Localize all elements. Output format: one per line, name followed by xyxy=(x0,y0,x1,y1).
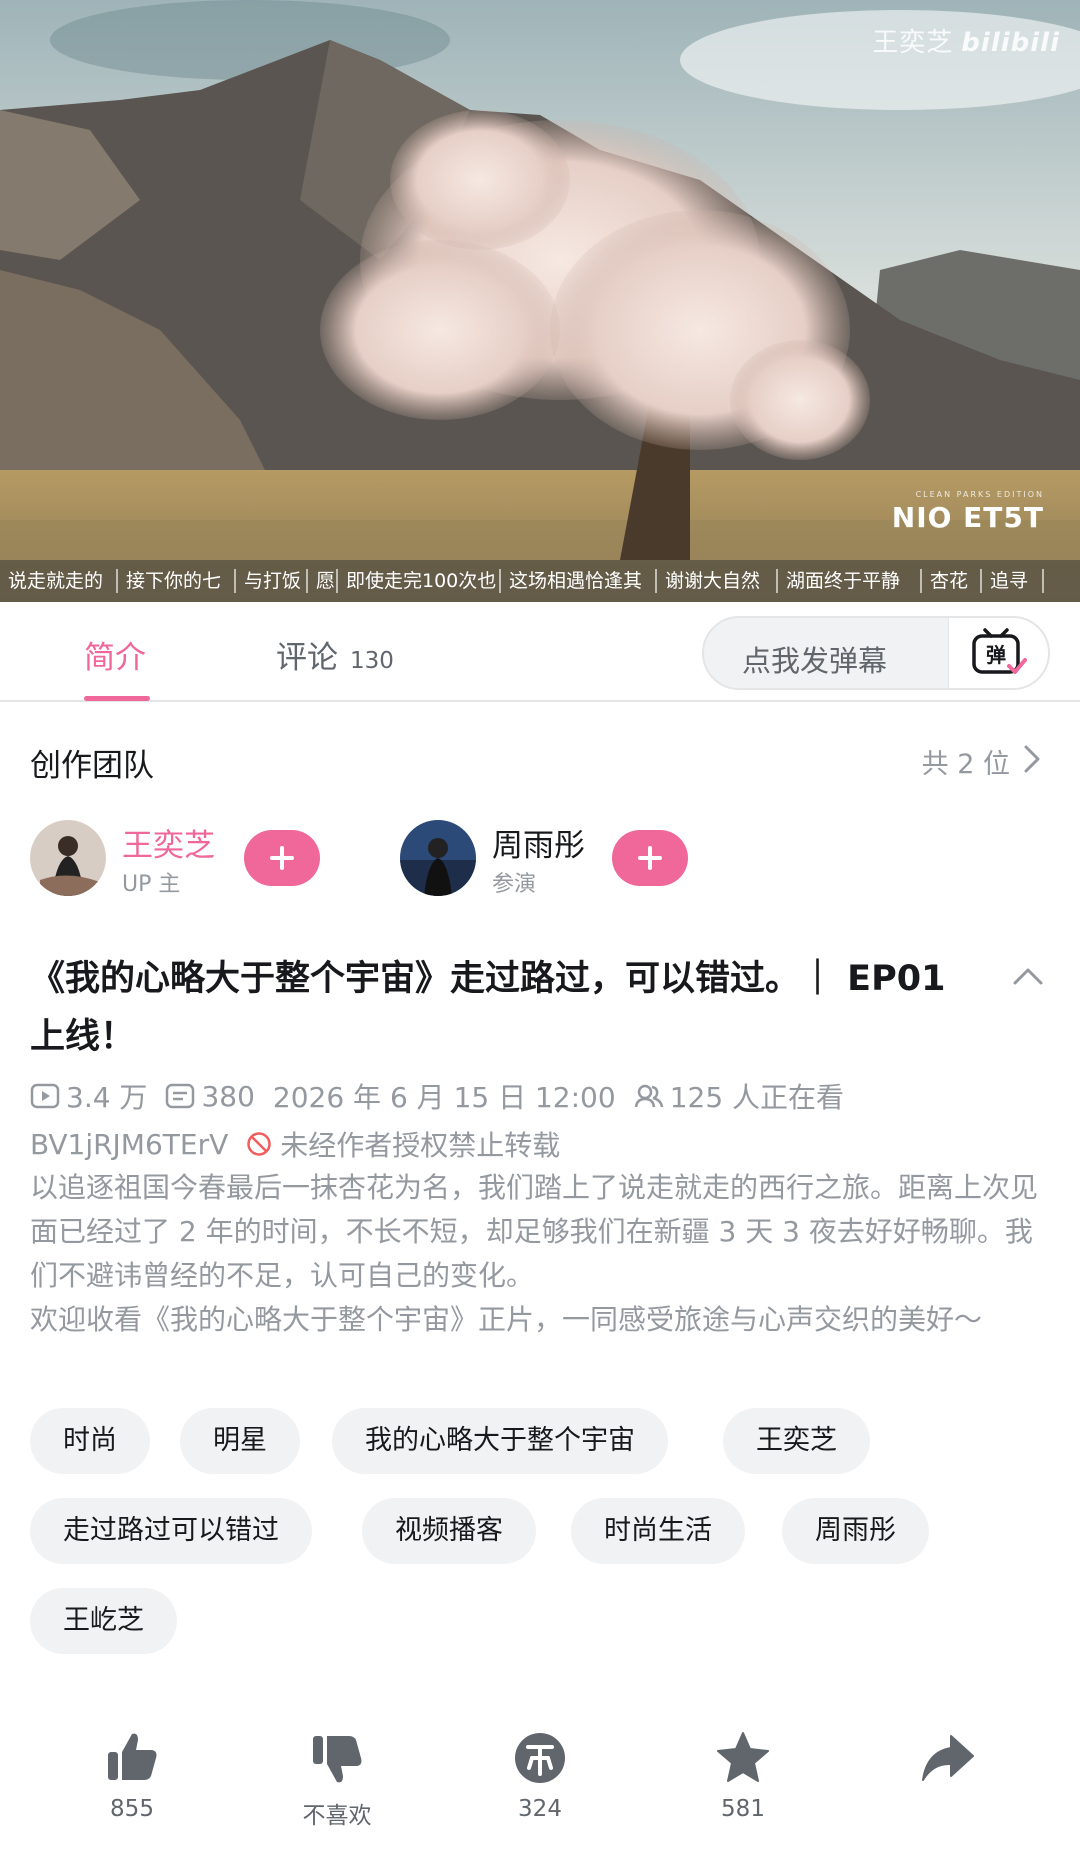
danmaku-input-placeholder: 点我发弹幕 xyxy=(742,644,888,678)
danmaku-tv-icon: 弹 xyxy=(972,628,1027,674)
uploader-watermark: 王奕芝 bilibili xyxy=(872,28,1060,58)
avatar[interactable] xyxy=(30,820,106,896)
view-count: 3.4 万 xyxy=(30,1076,147,1116)
team-count[interactable]: 共 2 位 xyxy=(922,742,1010,781)
tag-chip[interactable]: 视频播客 xyxy=(362,1498,536,1564)
favorite-count: 581 xyxy=(721,1796,765,1822)
comment-count: 130 xyxy=(350,648,394,674)
coin-icon xyxy=(515,1733,565,1783)
dislike-label: 不喜欢 xyxy=(302,1803,372,1829)
video-title: 《我的心略大于整个宇宙》走过路过，可以错过。｜ EP01 上线！ xyxy=(30,959,946,1057)
people-icon xyxy=(634,1084,663,1108)
video-stats: 3.4 万 380 2026 年 6 月 15 日 12:00 125 人正在看 xyxy=(30,1076,862,1116)
tab-comments-label: 评论 xyxy=(276,640,338,676)
tag-chip[interactable]: 时尚生活 xyxy=(571,1498,745,1564)
no-repost-icon xyxy=(247,1132,271,1156)
thumbs-down-icon xyxy=(313,1736,362,1783)
danmaku-strip: 说走就走的 接下你的七 与打饭 愿 即使走完100次也 这场相遇恰逢其 谢谢大自… xyxy=(0,560,1080,602)
danmaku-item: 谢谢大自然 xyxy=(657,569,778,593)
bvid[interactable]: BV1jRJM6TErV xyxy=(30,1128,228,1161)
tag-chip[interactable]: 王奕芝 xyxy=(723,1408,870,1474)
favorite-button[interactable]: 581 xyxy=(673,1730,813,1822)
follow-button[interactable] xyxy=(612,830,688,886)
danmaku-item: 愿 xyxy=(308,569,338,593)
action-bar: 855 不喜欢 324 581 xyxy=(0,1730,1080,1840)
send-danmaku-button[interactable]: 点我发弹幕 弹 xyxy=(702,616,1050,690)
member-name[interactable]: 周雨彤 xyxy=(492,820,585,865)
danmaku-count: 380 xyxy=(165,1080,255,1113)
tag-chip[interactable]: 时尚 xyxy=(30,1408,150,1474)
danmaku-item: 追寻 xyxy=(982,569,1044,593)
tab-intro[interactable]: 简介 xyxy=(84,632,146,677)
follow-button[interactable] xyxy=(244,830,320,886)
thumbs-up-icon xyxy=(108,1733,157,1780)
tag-chip[interactable]: 王屹芝 xyxy=(30,1588,177,1654)
danmaku-item: 杏花 xyxy=(922,569,982,593)
danmaku-item: 这场相遇恰逢其 xyxy=(501,569,657,593)
danmaku-item: 说走就走的 xyxy=(0,569,118,593)
danmaku-item: 与打饭 xyxy=(236,569,308,593)
tag-chip[interactable]: 明星 xyxy=(180,1408,300,1474)
danmaku-list-icon xyxy=(166,1083,195,1109)
play-icon xyxy=(30,1083,60,1109)
share-arrow-icon xyxy=(922,1735,974,1781)
creator-team-title: 创作团队 xyxy=(30,748,154,784)
description-text: 以追逐祖国今春最后一抹杏花为名，我们踏上了说走就走的西行之旅。距离上次见面已经过… xyxy=(30,1171,1039,1336)
avatar[interactable] xyxy=(400,820,476,896)
copyright-notice: 未经作者授权禁止转载 xyxy=(280,1129,561,1162)
danmaku-item: 即使走完100次也 xyxy=(338,569,501,593)
tag-chip[interactable]: 我的心略大于整个宇宙 xyxy=(332,1408,668,1474)
chevron-right-icon[interactable] xyxy=(1022,744,1042,774)
watching-count: 125 人正在看 xyxy=(634,1076,844,1116)
tab-bar: 简介 评论 130 点我发弹幕 弹 xyxy=(0,602,1080,702)
danmaku-item: 接下你的七 xyxy=(118,569,236,593)
member-role: 参演 xyxy=(492,872,537,897)
dislike-button[interactable]: 不喜欢 xyxy=(267,1730,407,1830)
tag-chip[interactable]: 周雨彤 xyxy=(782,1498,929,1564)
active-tab-indicator xyxy=(84,696,150,701)
share-button[interactable] xyxy=(877,1730,1017,1786)
coin-button[interactable]: 324 xyxy=(470,1730,610,1822)
video-player[interactable]: 王奕芝 bilibili CLEAN PARKS EDITION NIO ET5T… xyxy=(0,0,1080,602)
danmaku-item: 湖面终于平静 xyxy=(778,569,922,593)
member-name[interactable]: 王奕芝 xyxy=(122,820,215,865)
member-role: UP 主 xyxy=(122,872,181,897)
video-description: 以追逐祖国今春最后一抹杏花为名，我们踏上了说走就走的西行之旅。距离上次见面已经过… xyxy=(30,1166,1060,1342)
star-icon xyxy=(717,1732,769,1782)
like-count: 855 xyxy=(110,1796,154,1822)
publish-date: 2026 年 6 月 15 日 12:00 xyxy=(272,1081,616,1114)
danmaku-toggle[interactable]: 弹 xyxy=(948,618,1048,688)
like-button[interactable]: 855 xyxy=(62,1730,202,1822)
tab-comments[interactable]: 评论 130 xyxy=(276,632,394,677)
video-id-row: BV1jRJM6TErV 未经作者授权禁止转载 xyxy=(30,1124,560,1164)
chevron-up-icon[interactable] xyxy=(1012,966,1044,986)
coin-count: 324 xyxy=(518,1796,562,1822)
sponsor-logo: CLEAN PARKS EDITION NIO ET5T xyxy=(891,490,1044,534)
tag-chip[interactable]: 走过路过可以错过 xyxy=(30,1498,312,1564)
svg-text:弹: 弹 xyxy=(986,643,1006,667)
